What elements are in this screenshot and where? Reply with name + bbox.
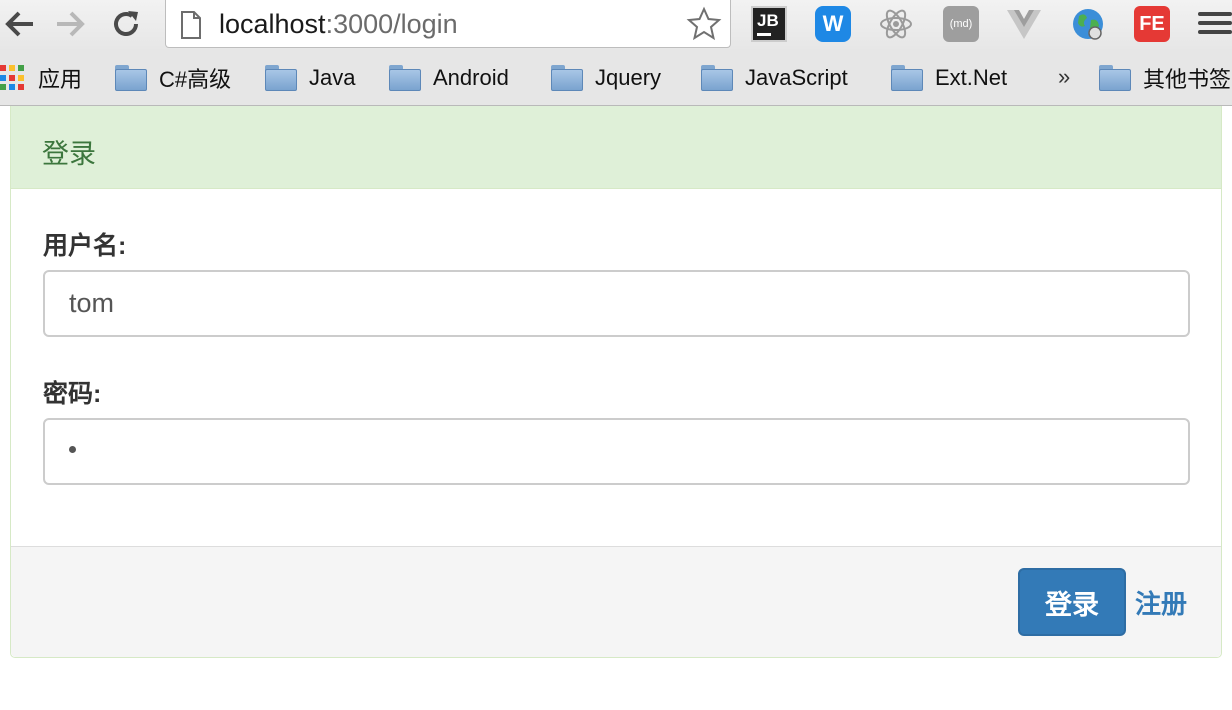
bookmark-folder[interactable]: C#高级: [115, 61, 231, 95]
bookmark-label: Ext.Net: [935, 65, 1008, 90]
globe-icon[interactable]: [1070, 6, 1106, 42]
folder-icon: [1099, 65, 1131, 91]
bookmark-label: Android: [433, 65, 509, 90]
fe-label: FE: [1139, 12, 1165, 35]
markdown-extension-icon[interactable]: (md): [943, 6, 979, 42]
bookmark-other-folder[interactable]: 其他书签: [1099, 61, 1231, 95]
panel-footer: 登录 注册: [11, 546, 1221, 657]
star-icon[interactable]: [686, 6, 722, 42]
browser-toolbar: localhost:3000/login JB W (md) FE: [0, 0, 1232, 52]
username-label: 用户名:: [43, 232, 127, 260]
folder-icon: [891, 65, 923, 91]
md-label: (md): [949, 18, 973, 30]
bookmark-label: Jquery: [595, 65, 662, 90]
password-label: 密码:: [43, 380, 102, 408]
bookmark-folder[interactable]: Jquery: [551, 61, 661, 95]
bookmark-folder[interactable]: Java: [265, 61, 355, 95]
bookmark-label: 应用: [38, 67, 83, 92]
password-mask-dot: [69, 446, 76, 453]
vue-icon[interactable]: [1006, 6, 1042, 42]
react-icon[interactable]: [878, 6, 914, 42]
w-extension-icon[interactable]: W: [815, 6, 851, 42]
bookmark-folder[interactable]: JavaScript: [701, 61, 848, 95]
w-label: W: [822, 11, 844, 36]
panel-title: 登录: [42, 139, 96, 169]
username-input[interactable]: [43, 270, 1190, 337]
jetbrains-extension-icon[interactable]: JB: [751, 6, 787, 42]
address-bar[interactable]: localhost:3000/login: [165, 0, 731, 48]
reload-icon[interactable]: [106, 4, 146, 44]
back-icon[interactable]: [0, 4, 40, 44]
folder-icon: [551, 65, 583, 91]
page-icon: [181, 11, 201, 39]
password-input[interactable]: [43, 418, 1190, 485]
menu-icon[interactable]: [1198, 12, 1232, 39]
bookmark-label: 其他书签: [1143, 67, 1232, 92]
login-panel: 登录 用户名: 密码: 登录 注册: [10, 106, 1222, 658]
url-text: localhost:3000/login: [219, 9, 458, 39]
folder-icon: [265, 65, 297, 91]
fe-extension-icon[interactable]: FE: [1134, 6, 1170, 42]
folder-icon: [115, 65, 147, 91]
bookmark-folder[interactable]: Ext.Net: [891, 61, 1007, 95]
bookmark-apps[interactable]: 应用: [0, 61, 82, 95]
register-link[interactable]: 注册: [1135, 584, 1187, 621]
jetbrains-label: JB: [757, 11, 779, 30]
panel-heading: 登录: [11, 106, 1221, 189]
forward-icon[interactable]: [50, 4, 90, 44]
bookmark-label: Java: [309, 65, 356, 90]
login-button[interactable]: 登录: [1018, 568, 1126, 636]
apps-icon: [0, 65, 26, 91]
bookmark-label: JavaScript: [745, 65, 848, 90]
bookmark-folder[interactable]: Android: [389, 61, 509, 95]
bookmarks-overflow-button[interactable]: »: [1058, 64, 1070, 90]
bookmarks-bar: 应用 C#高级 Java Android Jquery JavaScript E…: [0, 52, 1232, 106]
bookmark-label: C#高级: [159, 67, 232, 92]
folder-icon: [389, 65, 421, 91]
folder-icon: [701, 65, 733, 91]
